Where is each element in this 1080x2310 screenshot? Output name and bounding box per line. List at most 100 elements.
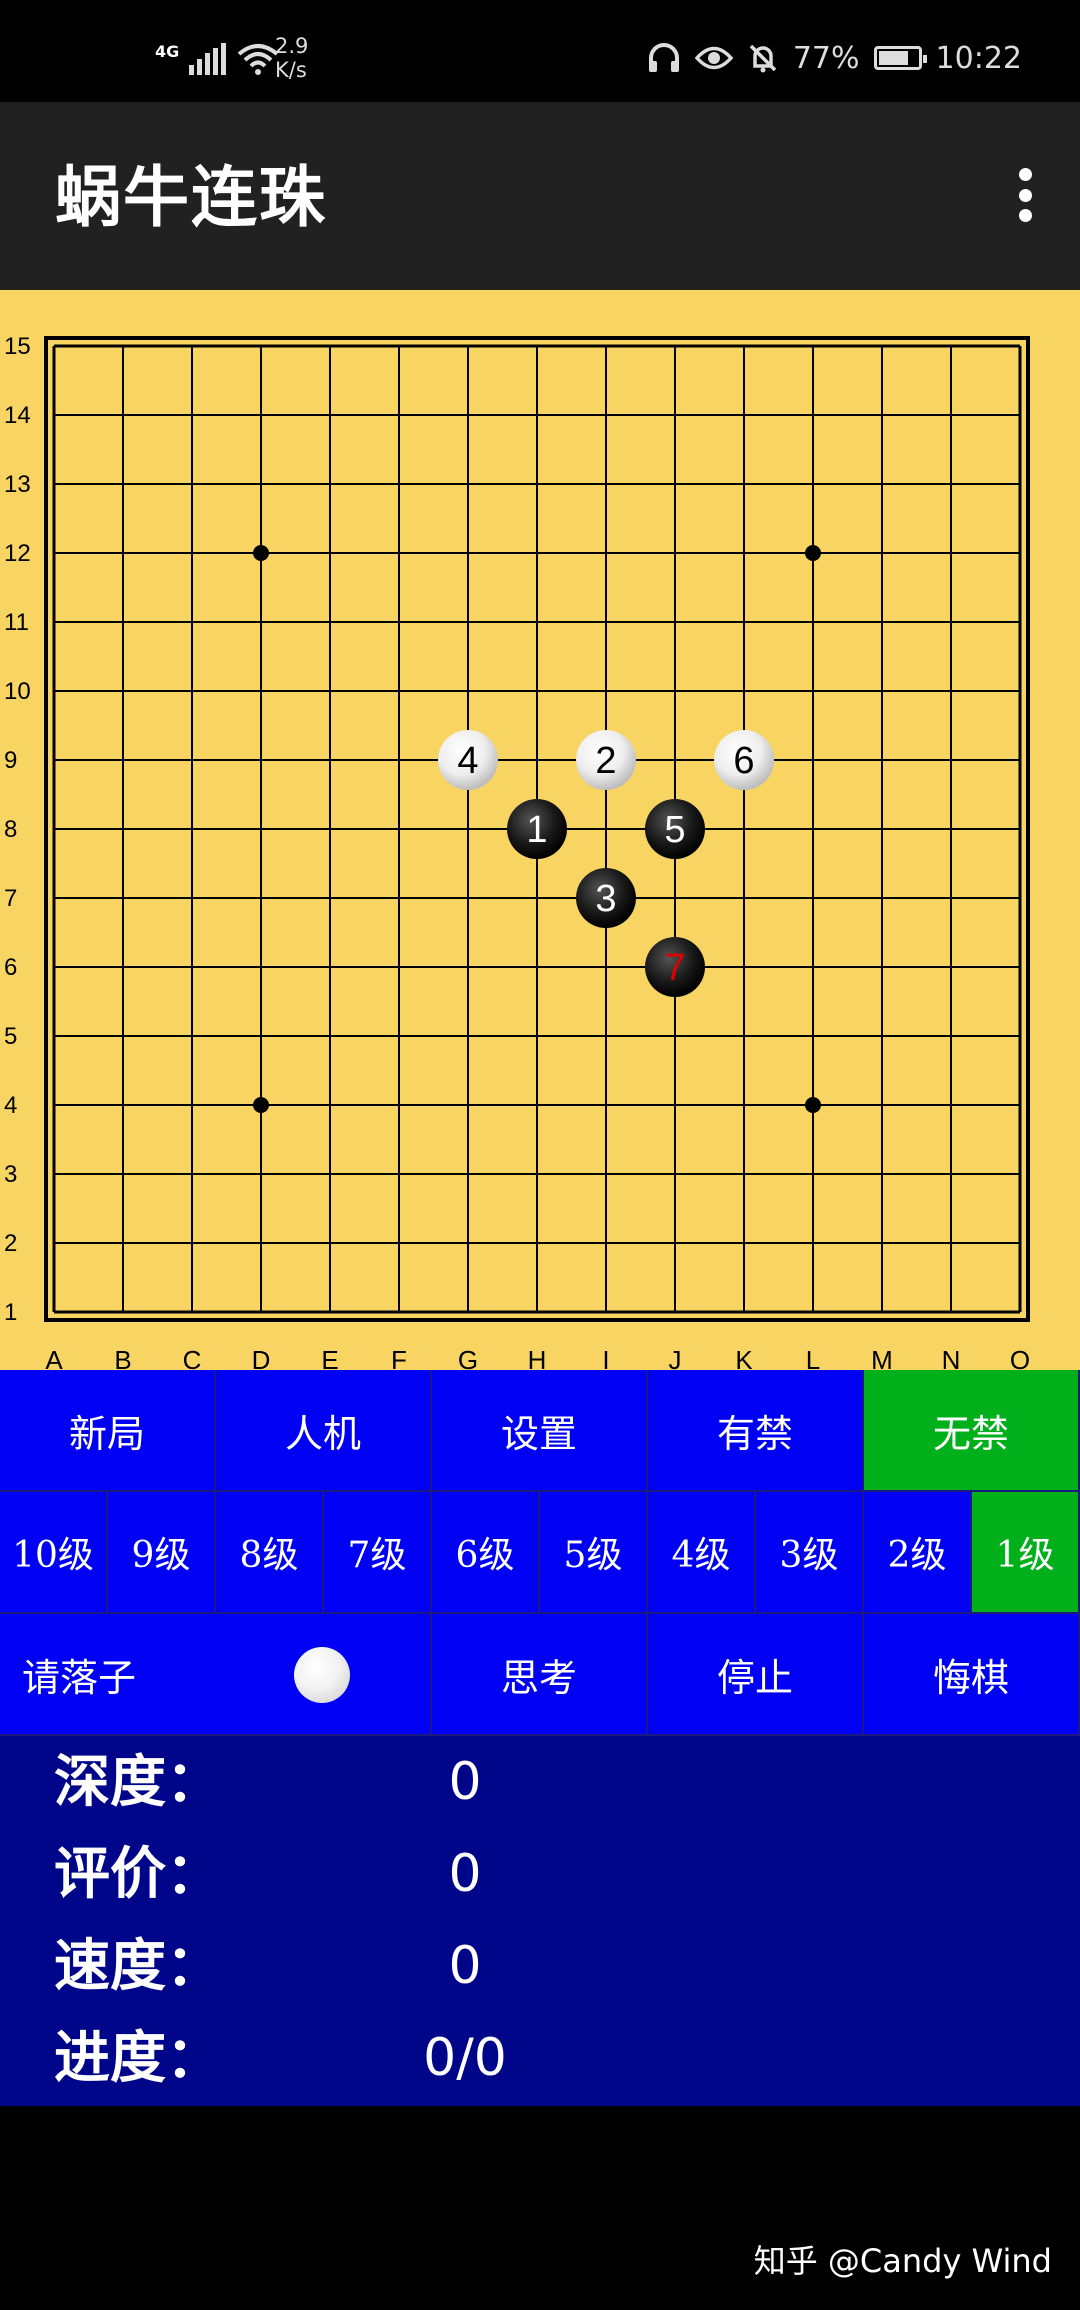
signal-icon [189,43,227,75]
star-point [805,1097,821,1113]
column-label: L [806,1345,820,1370]
battery-percent: 77% [792,40,860,76]
game-controls: 新局 人机 设置 有禁 无禁 [0,1370,1080,1492]
row-label: 3 [4,1161,17,1188]
stat-eval: 评价： 0 [0,1828,1080,1920]
row-label: 9 [4,747,17,774]
level-button[interactable]: 7级 [324,1492,432,1614]
mode-button[interactable]: 人机 [216,1370,432,1492]
move-number: 2 [595,740,616,782]
row-label: 7 [4,885,17,912]
net-speed: 2.9 K/s [275,34,308,82]
level-button[interactable]: 1级 [972,1492,1080,1614]
level-button[interactable]: 4级 [648,1492,756,1614]
battery-fill [878,51,908,65]
eye-icon [694,46,733,70]
column-label: A [45,1345,63,1370]
net-speed-value: 2.9 [275,34,309,58]
row-label: 11 [4,609,29,636]
column-label: M [871,1345,893,1370]
mode-button[interactable]: 设置 [432,1370,648,1492]
column-label: K [735,1345,753,1370]
column-label: G [458,1345,478,1370]
column-label: O [1010,1345,1030,1370]
mode-button[interactable]: 新局 [0,1370,216,1492]
headphones-icon [648,43,679,72]
level-selector: 10级 9级 8级 7级 6级 5级 4级 3级 2级 1级 [0,1492,1080,1614]
row-label: 5 [4,1023,17,1050]
action-bar: 请落子 思考 停止 悔棋 [0,1614,1080,1736]
column-label: H [528,1345,547,1370]
depth-value: 0 [448,1752,482,1812]
eval-value: 0 [448,1844,482,1904]
mode-button[interactable]: 有禁 [648,1370,864,1492]
mute-bell-icon [749,44,777,73]
board-canvas[interactable]: 123456789101112131415A B C D E F G H I J K L M N O1234… [0,290,1080,1370]
speed-label: 速度： [54,1933,222,1999]
menu-dot [1018,188,1032,202]
row-label: 2 [4,1230,17,1257]
column-label: J [669,1345,682,1370]
clock: 10:22 [935,40,1022,76]
level-button[interactable]: 8级 [216,1492,324,1614]
level-button[interactable]: 5级 [540,1492,648,1614]
move-number: 3 [595,878,616,920]
level-button[interactable]: 6级 [432,1492,540,1614]
engine-stats: 深度： 0 评价： 0 速度： 0 进度： 0/0 [0,1736,1080,2106]
stat-progress: 进度： 0/0 [0,2012,1080,2104]
gomoku-board[interactable]: 1 2 3 4 5 6 7 8 9 10 11 12 13 14 15 A B C D E F G H I J K L M N O 1 2 3 4… [0,290,1080,1370]
star-point [253,545,269,561]
row-label: 14 [4,402,31,429]
stop-button[interactable]: 停止 [648,1614,864,1736]
star-point [805,545,821,561]
depth-label: 深度： [54,1749,222,1815]
column-label: C [183,1345,202,1370]
level-button[interactable]: 2级 [864,1492,972,1614]
battery-icon [873,46,927,70]
stat-speed: 速度： 0 [0,1920,1080,2012]
app-title: 蜗牛连珠 [55,158,327,236]
move-number: 4 [457,740,478,782]
move-number: 6 [733,740,754,782]
row-label: 6 [4,954,17,981]
network-type: 4G [155,42,180,61]
status-bar: 4G 2.9 K/s 77% 10:22 [0,0,1080,102]
row-label: 8 [4,816,17,843]
progress-label: 进度： [54,2025,222,2091]
level-button[interactable]: 3级 [756,1492,864,1614]
think-button[interactable]: 思考 [432,1614,648,1736]
column-label: B [114,1345,131,1370]
net-speed-unit: K/s [275,58,307,82]
undo-button[interactable]: 悔棋 [864,1614,1080,1736]
column-label: D [252,1345,271,1370]
row-label: 1 [4,1299,17,1326]
level-button[interactable]: 10级 [0,1492,108,1614]
more-vert-icon[interactable] [1010,160,1040,230]
turn-prompt: 请落子 [0,1614,432,1736]
row-label: 15 [4,333,31,360]
status-left: 4G [155,34,279,84]
speed-value: 0 [448,1936,482,1996]
column-label: E [321,1345,338,1370]
turn-stone-icon [294,1647,350,1703]
eval-label: 评价： [54,1841,222,1907]
level-button[interactable]: 9级 [108,1492,216,1614]
status-right: 77% 10:22 [647,38,1022,78]
column-label: I [602,1345,609,1370]
wifi-icon [237,44,279,75]
mode-button[interactable]: 无禁 [864,1370,1080,1492]
progress-value: 0/0 [423,2028,507,2088]
stat-depth: 深度： 0 [0,1736,1080,1828]
column-label: F [391,1345,407,1370]
row-label: 4 [4,1092,17,1119]
turn-prompt-label: 请落子 [22,1655,137,1700]
column-label: N [942,1345,961,1370]
star-point [253,1097,269,1113]
row-label: 10 [4,678,31,705]
move-number: 5 [664,809,685,851]
app-bar: 蜗牛连珠 [0,102,1080,290]
row-label: 13 [4,471,31,498]
menu-dot [1018,209,1032,222]
row-label: 12 [4,540,31,567]
move-number: 7 [664,947,685,989]
